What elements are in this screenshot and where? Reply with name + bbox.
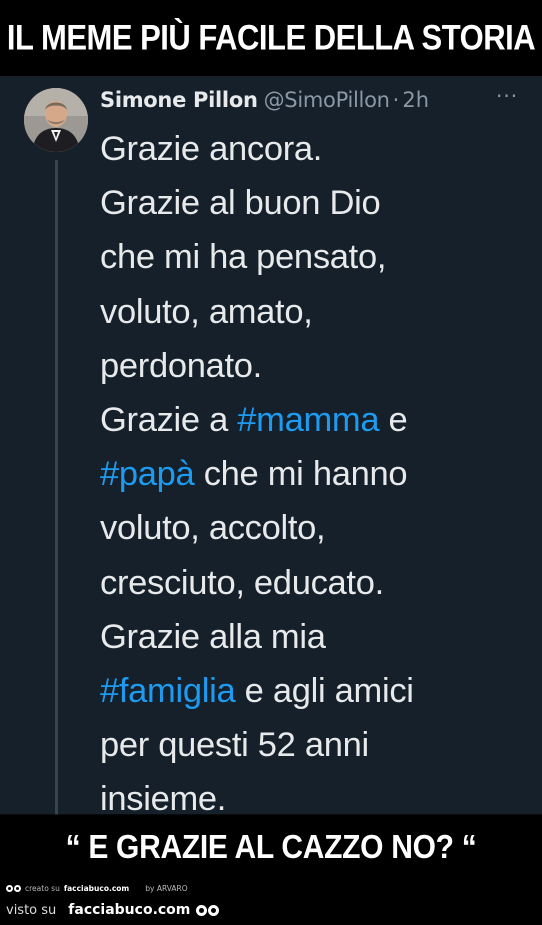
author-handle[interactable]: @SimoPillon: [264, 88, 390, 112]
avatar[interactable]: [24, 88, 88, 152]
separator-dot: ·: [392, 88, 400, 112]
tweet-text-span: Grazie ancora.: [100, 130, 323, 168]
tweet-line: voluto, amato,: [100, 285, 532, 339]
tweet-text-span: che mi ha pensato,: [100, 238, 387, 277]
eyes-logo-icon: [196, 904, 220, 916]
watermark-footer: creato su facciabuco.com by ARVARO visto…: [0, 878, 542, 925]
tweet-line: #famiglia e agli amici: [100, 664, 532, 718]
tweet-line: per questi 52 anni: [100, 718, 532, 772]
tweet-text-span: Grazie al buon Dio: [100, 184, 381, 223]
tweet-header: Simone Pillon @SimoPillon · 2h: [100, 84, 429, 116]
tweet-line: Grazie alla mia: [100, 610, 532, 664]
tweet-line: #papà che mi hanno: [100, 447, 532, 501]
seen-on-label: visto su: [6, 902, 57, 918]
tweet-line: Grazie ancora.: [100, 122, 532, 176]
tweet-text-span: per questi 52 anni: [100, 726, 369, 765]
tweet-text-span: Grazie a: [100, 401, 238, 440]
tweet-line: che mi ha pensato,: [100, 230, 532, 284]
tweet-card[interactable]: Simone Pillon @SimoPillon · 2h ··· Grazi…: [0, 76, 542, 818]
author-name[interactable]: Simone Pillon: [100, 88, 258, 112]
eyes-logo-icon: [6, 885, 21, 892]
tweet-text-span: Grazie alla mia: [100, 617, 326, 656]
tweet-line: cresciuto, educato.: [100, 556, 532, 610]
site-name-small[interactable]: facciabuco.com: [64, 884, 129, 893]
more-options-icon[interactable]: ···: [496, 84, 518, 108]
site-link[interactable]: facciabuco.com: [68, 902, 190, 918]
tweet-text: Grazie ancora. Grazie al buon Dio che mi…: [100, 122, 532, 827]
creator-credit: creato su facciabuco.com by ARVARO: [6, 884, 188, 893]
tweet-text-span: e: [379, 401, 408, 440]
hashtag-mamma[interactable]: #mamma: [237, 401, 379, 439]
tweet-text-span: perdonato.: [100, 346, 262, 385]
avatar-image: [24, 88, 88, 152]
tweet-line: Grazie a #mamma e: [100, 393, 532, 447]
author-credit: by ARVARO: [145, 884, 188, 893]
tweet-timestamp[interactable]: 2h: [402, 88, 429, 112]
hashtag-famiglia[interactable]: #famiglia: [100, 672, 236, 710]
created-on-label: creato su: [25, 884, 60, 893]
tweet-line: voluto, accolto,: [100, 501, 532, 555]
seen-on: visto su facciabuco.com: [6, 902, 220, 918]
hashtag-papa[interactable]: #papà: [100, 455, 195, 493]
tweet-text-span: voluto, amato,: [100, 292, 313, 331]
tweet-line: perdonato.: [100, 339, 532, 393]
tweet-text-span: voluto, accolto,: [100, 509, 326, 548]
thread-line: [55, 160, 58, 816]
top-caption: IL MEME PIÙ FACILE DELLA STORIA: [0, 0, 542, 82]
bottom-caption: “ E GRAZIE AL CAZZO NO? “: [0, 814, 542, 882]
tweet-text-span: e agli amici: [235, 672, 414, 711]
tweet-text-span: che mi hanno: [194, 455, 408, 494]
tweet-text-span: insieme.: [100, 780, 227, 819]
tweet-text-span: cresciuto, educato.: [100, 563, 384, 602]
tweet-line: Grazie al buon Dio: [100, 176, 532, 230]
